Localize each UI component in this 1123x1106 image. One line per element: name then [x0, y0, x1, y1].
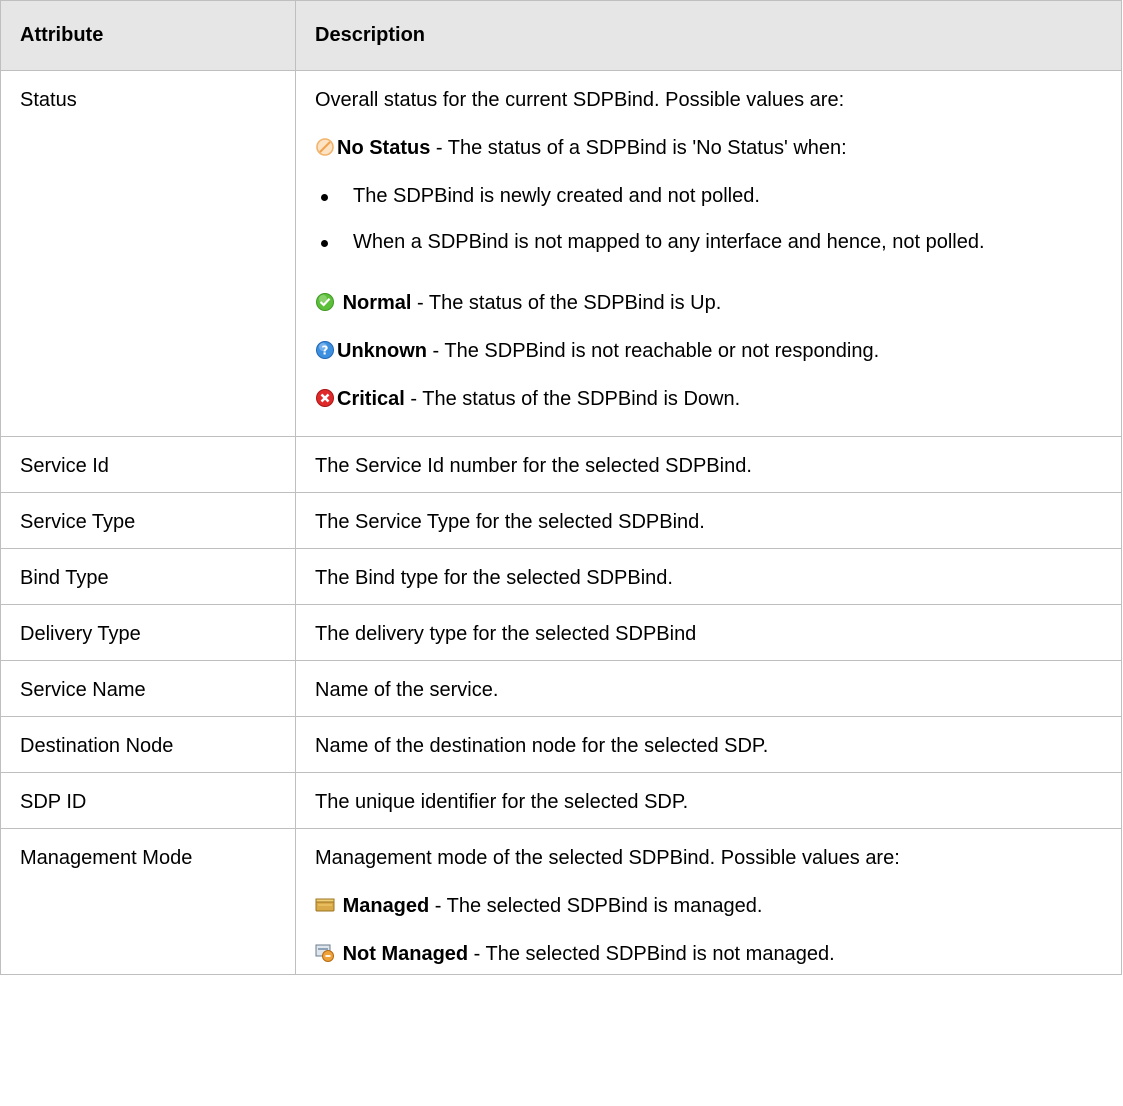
table-row-management-mode: Management Mode Management mode of the s… — [0, 828, 1122, 975]
description-cell: The Service Id number for the selected S… — [295, 436, 1122, 493]
list-item: The SDPBind is newly created and not pol… — [321, 185, 1121, 208]
description-cell: The delivery type for the selected SDPBi… — [295, 604, 1122, 661]
description-cell: Name of the service. — [295, 660, 1122, 717]
table-row: Service Type The Service Type for the se… — [0, 492, 1122, 549]
table-row: SDP ID The unique identifier for the sel… — [0, 772, 1122, 829]
attribute-cell: Status — [0, 70, 296, 437]
table-row: Destination Node Name of the destination… — [0, 716, 1122, 773]
critical-status-icon — [315, 388, 335, 408]
management-label: Managed — [342, 895, 430, 917]
table-header-row: Attribute Description — [0, 0, 1122, 71]
status-text: - The status of the SDPBind is Down. — [404, 388, 741, 410]
management-text: - The selected SDPBind is managed. — [429, 895, 763, 917]
attribute-cell: Destination Node — [0, 716, 296, 773]
bullet-icon — [321, 240, 328, 247]
status-text: - The SDPBind is not reachable or not re… — [427, 340, 880, 362]
status-value-no-status: No Status - The status of a SDPBind is '… — [315, 137, 1121, 160]
attribute-cell: Management Mode — [0, 828, 296, 975]
status-text: - The status of a SDPBind is 'No Status'… — [430, 137, 847, 159]
attribute-cell: SDP ID — [0, 772, 296, 829]
table-row: Bind Type The Bind type for the selected… — [0, 548, 1122, 605]
attribute-cell: Delivery Type — [0, 604, 296, 661]
svg-text:?: ? — [322, 344, 329, 358]
status-label: No Status — [337, 137, 431, 159]
description-cell: Management mode of the selected SDPBind.… — [295, 828, 1122, 975]
attribute-cell: Service Name — [0, 660, 296, 717]
table-row-status: Status Overall status for the current SD… — [0, 70, 1122, 437]
description-cell: The unique identifier for the selected S… — [295, 772, 1122, 829]
description-cell: The Service Type for the selected SDPBin… — [295, 492, 1122, 549]
table-row: Service Name Name of the service. — [0, 660, 1122, 717]
status-text: - The status of the SDPBind is Up. — [411, 292, 722, 314]
description-cell: Name of the destination node for the sel… — [295, 716, 1122, 773]
management-label: Not Managed — [342, 943, 469, 965]
attribute-cell: Service Type — [0, 492, 296, 549]
management-intro: Management mode of the selected SDPBind.… — [315, 847, 900, 869]
description-cell: The Bind type for the selected SDPBind. — [295, 548, 1122, 605]
management-value-not-managed: Not Managed - The selected SDPBind is no… — [315, 943, 1121, 966]
no-status-icon — [315, 137, 335, 157]
normal-status-icon — [315, 292, 335, 312]
status-value-unknown: ? Unknown - The SDPBind is not reachable… — [315, 340, 1121, 363]
bullet-icon — [321, 194, 328, 201]
managed-icon — [315, 895, 335, 915]
table-row: Delivery Type The delivery type for the … — [0, 604, 1122, 661]
attribute-column-header: Attribute — [0, 0, 296, 71]
management-value-managed: Managed - The selected SDPBind is manage… — [315, 895, 1121, 918]
no-status-conditions-list: The SDPBind is newly created and not pol… — [315, 185, 1121, 254]
status-value-normal: Normal - The status of the SDPBind is Up… — [315, 292, 1121, 315]
attribute-cell: Bind Type — [0, 548, 296, 605]
description-column-header: Description — [295, 0, 1122, 71]
status-value-critical: Critical - The status of the SDPBind is … — [315, 388, 1121, 411]
not-managed-icon — [315, 943, 335, 963]
table-row: Service Id The Service Id number for the… — [0, 436, 1122, 493]
attribute-table: Attribute Description Status Overall sta… — [0, 0, 1122, 975]
status-intro: Overall status for the current SDPBind. … — [315, 89, 845, 111]
description-cell: Overall status for the current SDPBind. … — [295, 70, 1122, 437]
unknown-status-icon: ? — [315, 340, 335, 360]
status-label: Critical — [337, 388, 405, 410]
status-label: Normal — [342, 292, 412, 314]
status-label: Unknown — [337, 340, 427, 362]
management-text: - The selected SDPBind is not managed. — [468, 943, 835, 965]
list-item: When a SDPBind is not mapped to any inte… — [321, 231, 1121, 254]
attribute-cell: Service Id — [0, 436, 296, 493]
